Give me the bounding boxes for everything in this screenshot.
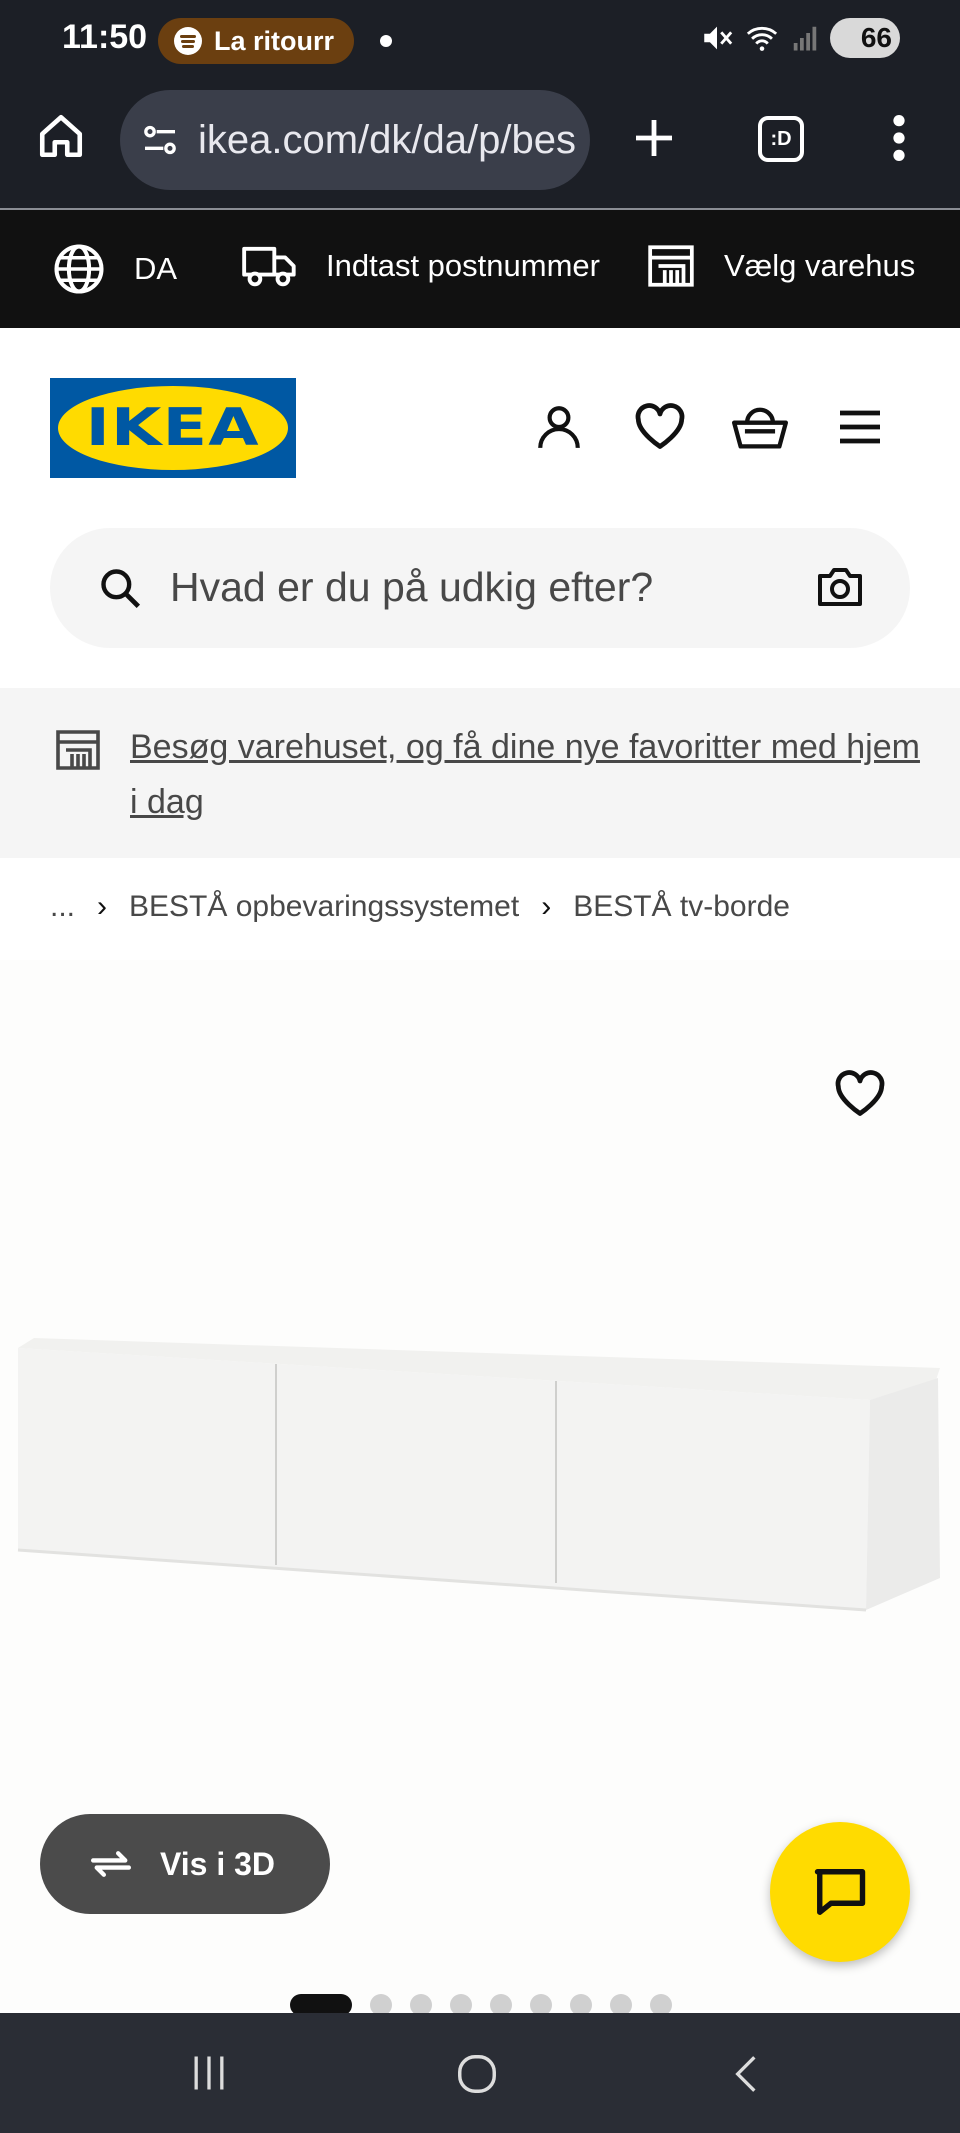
store-visit-banner: Besøg varehuset, og få dine nye favoritt… <box>0 688 960 858</box>
store-visit-link[interactable]: Besøg varehuset, og få dine nye favoritt… <box>130 720 920 830</box>
status-time: 11:50 <box>62 18 148 56</box>
breadcrumb-ellipsis[interactable]: ... <box>50 890 75 924</box>
signal-icon <box>793 26 817 51</box>
logo-oval: IKEA <box>58 386 288 470</box>
language-selector[interactable]: DA <box>52 242 177 296</box>
search-bar[interactable]: Hvad er du på udkig efter? <box>50 528 910 648</box>
postcode-label: Indtast postnummer <box>326 248 600 283</box>
tab-switcher-label: :D <box>770 127 792 150</box>
wifi-icon <box>746 26 778 51</box>
rotate-3d-icon <box>91 1851 131 1877</box>
ikea-logo[interactable]: IKEA <box>50 378 296 478</box>
battery-level: 66 <box>860 22 892 53</box>
breadcrumb-item[interactable]: BESTÅ opbevaringssystemet <box>129 890 519 924</box>
logo-text: IKEA <box>85 398 261 458</box>
media-pill[interactable]: La ritourr <box>158 18 354 64</box>
tab-switcher-button[interactable]: :D <box>758 116 804 162</box>
home-button-icon[interactable] <box>454 2051 500 2097</box>
status-icons: 66 <box>700 18 900 58</box>
status-bar: 11:50 La ritourr 66 <box>0 0 960 82</box>
android-nav-bar <box>0 2013 960 2133</box>
notification-dot <box>380 35 392 47</box>
search-placeholder: Hvad er du på udkig efter? <box>170 564 654 610</box>
chevron-right-icon: › <box>97 890 108 923</box>
battery-indicator: 66 <box>830 18 900 58</box>
home-icon[interactable] <box>36 110 86 162</box>
language-label: DA <box>134 251 178 286</box>
hamburger-menu-icon[interactable] <box>836 402 884 452</box>
media-pill-label: La ritourr <box>214 25 335 56</box>
utility-bar: DA Indtast postnummer Vælg varehus <box>0 210 960 328</box>
view-in-3d-label: Vis i 3D <box>160 1845 276 1882</box>
recent-apps-icon[interactable] <box>186 2051 232 2095</box>
basket-icon[interactable] <box>732 402 788 452</box>
store-label: Vælg varehus <box>724 248 916 283</box>
store-selector[interactable]: Vælg varehus <box>646 242 915 290</box>
site-settings-icon[interactable] <box>140 120 180 160</box>
breadcrumb-item[interactable]: BESTÅ tv-borde <box>573 890 790 924</box>
view-in-3d-button[interactable]: Vis i 3D <box>40 1814 330 1914</box>
breadcrumb: ... › BESTÅ opbevaringssystemet › BESTÅ … <box>50 890 790 924</box>
url-text: ikea.com/dk/da/p/bes <box>198 117 576 162</box>
postcode-selector[interactable]: Indtast postnummer <box>242 242 600 290</box>
spotify-icon <box>174 27 202 55</box>
more-menu-icon[interactable] <box>890 112 908 164</box>
globe-icon <box>54 244 104 294</box>
new-tab-icon[interactable] <box>630 114 678 162</box>
store-icon <box>56 730 100 770</box>
mute-icon <box>704 26 733 50</box>
truck-icon <box>242 246 296 287</box>
back-icon[interactable] <box>726 2051 766 2097</box>
chat-button[interactable] <box>770 1822 910 1962</box>
search-icon <box>101 569 141 609</box>
account-icon[interactable] <box>534 402 584 452</box>
browser-toolbar: ikea.com/dk/da/p/bes :D <box>0 82 960 210</box>
chevron-right-icon: › <box>541 890 552 923</box>
store-icon <box>648 245 694 287</box>
chat-icon <box>814 1869 866 1915</box>
heart-icon[interactable] <box>634 402 686 452</box>
camera-search-icon[interactable] <box>816 564 864 608</box>
address-bar[interactable]: ikea.com/dk/da/p/bes <box>120 90 590 190</box>
add-to-favourites-heart-icon[interactable] <box>834 1070 886 1118</box>
